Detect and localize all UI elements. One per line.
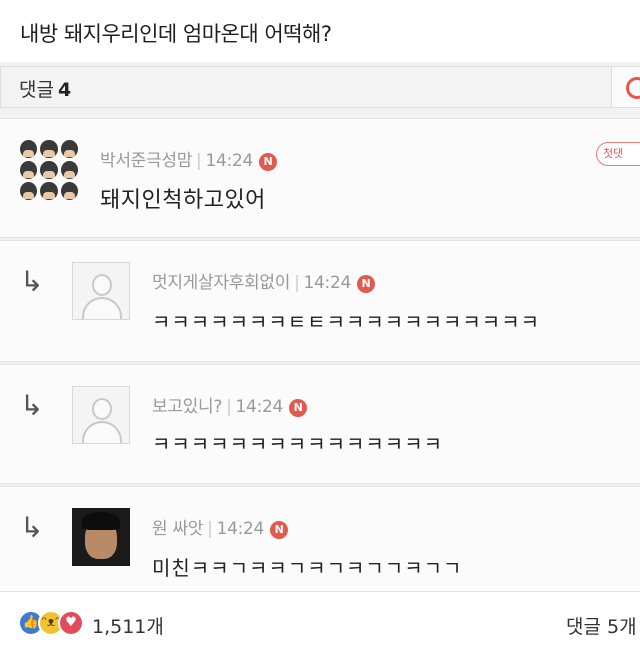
new-badge: N bbox=[258, 153, 277, 171]
reply-arrow-icon: ↳ bbox=[20, 389, 44, 422]
reaction-count[interactable]: 1,511개 bbox=[92, 612, 164, 639]
comment-text: 돼지인척하고있어 bbox=[100, 188, 266, 213]
refresh-icon bbox=[626, 77, 640, 99]
comment-meta: 멋지게살자후회없이 | 14:24 N bbox=[152, 268, 375, 293]
avatar[interactable] bbox=[20, 140, 78, 200]
new-badge: N bbox=[289, 399, 308, 417]
comment-text: ㅋㅋㅋㅋㅋㅋㅋㅌㅌㅋㅋㅋㅋㅋㅋㅋㅋㅋㅋㅋ bbox=[152, 310, 540, 334]
reply-arrow-icon: ↳ bbox=[20, 511, 44, 544]
comment-text: 미친ㅋㅋㄱㅋㅋㄱㅋㄱㅋㄱㄱㅋㄱㄱ bbox=[152, 556, 463, 580]
comment-meta: 박서준극성맘 | 14:24 N bbox=[100, 146, 277, 171]
new-badge: N bbox=[270, 521, 289, 539]
avatar[interactable] bbox=[72, 386, 130, 444]
comment-item bbox=[0, 118, 640, 238]
avatar[interactable] bbox=[72, 262, 130, 320]
comment-author[interactable]: 보고있니? bbox=[152, 397, 222, 417]
love-icon: ♥ bbox=[58, 610, 84, 636]
comment-time: 14:24 bbox=[235, 397, 284, 417]
comment-text: ㅋㅋㅋㅋㅋㅋㅋㅋㅋㅋㅋㅋㅋㅋㅋ bbox=[152, 432, 443, 456]
comment-time: 14:24 bbox=[216, 519, 265, 539]
refresh-button[interactable] bbox=[612, 66, 640, 108]
comment-author[interactable]: 멋지게살자후회없이 bbox=[152, 273, 290, 293]
first-comment-badge: 첫댓 bbox=[596, 142, 640, 166]
post-footer: 👍 ᵔᴥᵔ ♥ 1,511개 댓글 5개 bbox=[0, 594, 640, 651]
comments-link[interactable]: 댓글 5개 bbox=[566, 612, 637, 639]
comment-time: 14:24 bbox=[205, 151, 253, 171]
avatar[interactable] bbox=[72, 508, 130, 566]
comment-author[interactable]: 원 싸앗 bbox=[152, 519, 203, 539]
comments-count: 4 bbox=[57, 79, 72, 101]
comment-meta: 원 싸앗 | 14:24 N bbox=[152, 514, 289, 539]
comments-count-bar: 댓글 4 bbox=[0, 66, 612, 108]
reply-arrow-icon: ↳ bbox=[20, 265, 44, 298]
new-badge: N bbox=[357, 275, 375, 293]
comment-author[interactable]: 박서준극성맘 bbox=[100, 151, 192, 171]
post-title: 내방 돼지우리인데 엄마온대 어떡해? bbox=[0, 0, 640, 66]
comment-meta: 보고있니? | 14:24 N bbox=[152, 392, 308, 417]
comments-label: 댓글 bbox=[19, 79, 54, 101]
comment-time: 14:24 bbox=[303, 273, 352, 293]
